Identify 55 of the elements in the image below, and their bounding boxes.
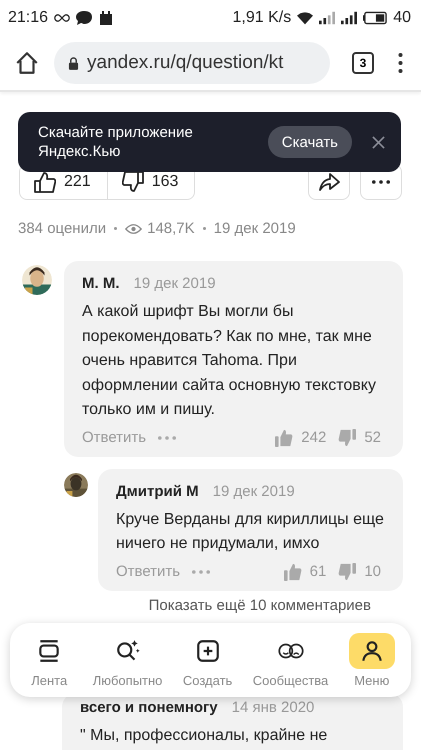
view-count: 148,7K bbox=[147, 220, 195, 237]
comment-author: Дмитрий М bbox=[116, 482, 199, 500]
comment-date: 19 дек 2019 bbox=[212, 482, 295, 500]
nav-item[interactable]: Сообщества bbox=[252, 632, 328, 688]
comment-date: 19 дек 2019 bbox=[134, 275, 216, 292]
banner-text: Скачайте приложение Яндекс.Кью bbox=[38, 123, 194, 161]
nav-item[interactable]: Создать bbox=[182, 632, 232, 688]
eye-icon bbox=[125, 222, 142, 234]
thumbs-down-icon[interactable] bbox=[338, 428, 356, 446]
network-speed: 1,91 K/s bbox=[232, 9, 292, 27]
lock-icon bbox=[68, 56, 79, 70]
comment-date: 14 янв 2020 bbox=[232, 698, 314, 716]
search-icon bbox=[114, 638, 141, 664]
comment-text: А какой шрифт Вы могли бы порекомендовать? Как по мне, так мне очень нравится Tahoma. При оформлении сайта основную текстовку только им и пишу. bbox=[82, 302, 377, 420]
separator-dot-icon bbox=[114, 227, 118, 230]
reply-link[interactable]: Ответить bbox=[82, 429, 146, 446]
thumbs-down-icon[interactable] bbox=[338, 562, 356, 580]
more-icon[interactable] bbox=[192, 570, 210, 574]
signal-icon bbox=[319, 11, 336, 25]
add-icon bbox=[194, 638, 221, 664]
signal-icon bbox=[341, 11, 358, 25]
chat-bubble-icon bbox=[76, 11, 92, 25]
dislike-count: 52 bbox=[364, 429, 381, 446]
comment-author: всего и понемногу bbox=[80, 698, 218, 716]
download-button[interactable]: Скачать bbox=[268, 126, 352, 158]
menu-icon[interactable] bbox=[398, 53, 403, 73]
close-icon[interactable] bbox=[372, 136, 385, 148]
calendar-icon bbox=[98, 11, 114, 25]
separator-dot-icon bbox=[202, 227, 206, 230]
like-count: 242 bbox=[301, 429, 326, 446]
infinity-icon bbox=[54, 11, 70, 25]
more-icon[interactable] bbox=[158, 436, 176, 440]
thumbs-up-icon[interactable] bbox=[275, 428, 294, 446]
comment-author: М. М. bbox=[82, 275, 120, 292]
nav-item[interactable]: Любопытно bbox=[92, 632, 162, 688]
battery-icon bbox=[363, 11, 388, 25]
thumbs-up-icon[interactable] bbox=[284, 562, 302, 580]
show-more-link[interactable]: Показать ещё 10 комментариев bbox=[148, 596, 371, 614]
answer-date: 19 дек 2019 bbox=[214, 220, 296, 237]
battery-level: 40 bbox=[393, 9, 411, 27]
home-icon[interactable] bbox=[14, 50, 40, 76]
like-button[interactable]: 221 bbox=[20, 165, 107, 199]
address-bar[interactable]: yandex.ru/q/question/kt bbox=[54, 42, 330, 84]
reply-link[interactable]: Ответить bbox=[116, 563, 180, 580]
more-icon bbox=[372, 180, 390, 184]
ratings-count: 384 оценили bbox=[18, 220, 106, 237]
clock: 21:16 bbox=[8, 9, 48, 27]
nav-item[interactable]: Лента bbox=[26, 632, 72, 688]
tab-count-button[interactable]: 3 bbox=[352, 52, 374, 74]
wifi-icon bbox=[297, 11, 314, 25]
comment-text: " Мы, профессионалы, крайне не bbox=[80, 726, 328, 746]
comment-text: Круче Верданы для кириллицы еще ничего не придумали, имхо bbox=[116, 510, 385, 554]
dislike-count: 10 bbox=[364, 563, 381, 580]
dislike-button[interactable]: 163 bbox=[106, 165, 194, 199]
like-count: 61 bbox=[310, 563, 326, 580]
